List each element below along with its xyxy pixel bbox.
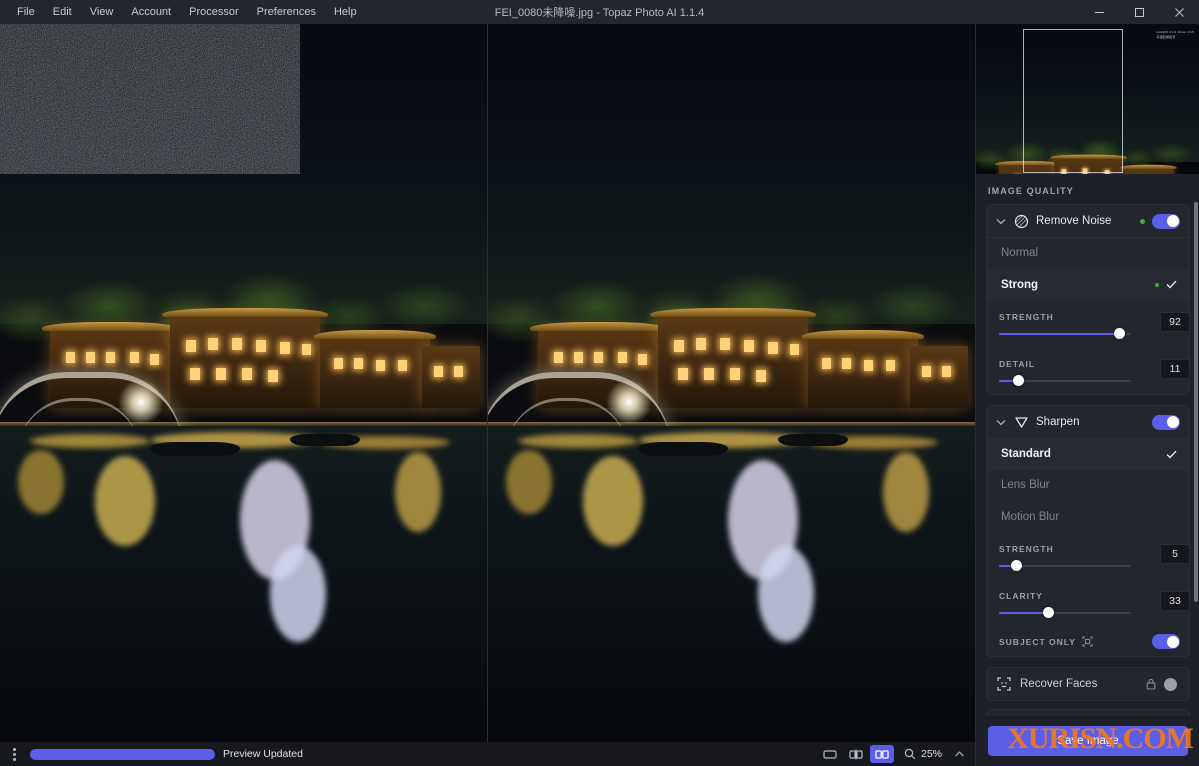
sharpen-icon [1014, 415, 1029, 430]
navigator-thumbnail[interactable]: iso3200 f/1.8 16mm 1/15 乌镇西栅夜景 [976, 24, 1199, 174]
minimize-icon[interactable] [1079, 0, 1119, 24]
slider-label: STRENGTH [999, 312, 1054, 322]
zoom-level-value: 25% [920, 748, 942, 760]
slider-thumb[interactable] [1011, 560, 1022, 571]
option-status-dot [1155, 282, 1159, 287]
more-options-icon[interactable] [6, 745, 22, 763]
remove-noise-status-dot [1140, 218, 1145, 224]
chevron-up-icon[interactable] [954, 745, 965, 763]
option-label: Motion Blur [1001, 510, 1060, 523]
option-label: Standard [1001, 448, 1051, 460]
zoom-icon [904, 748, 916, 760]
save-image-button[interactable]: Save Image [988, 726, 1188, 756]
sharpen-option-lens-blur[interactable]: Lens Blur [987, 470, 1189, 501]
remove-noise-header[interactable]: Remove Noise [987, 205, 1189, 237]
remove-noise-strength-slider[interactable]: STRENGTH 92 [987, 300, 1190, 347]
sharpen-card: Sharpen Standard Lens Blur Motion Blur S… [986, 405, 1190, 657]
save-bar: Save Image [976, 716, 1199, 766]
menu-item-help[interactable]: Help [325, 3, 366, 21]
sharpen-options: Standard Lens Blur Motion Blur [987, 438, 1189, 532]
navigator-meta-overlay: iso3200 f/1.8 16mm 1/15 乌镇西栅夜景 [1156, 30, 1194, 39]
subject-only-row[interactable]: SUBJECT ONLY [987, 626, 1189, 656]
subject-only-label: SUBJECT ONLY [999, 636, 1076, 647]
progress-fill [30, 748, 215, 760]
zoom-control[interactable]: 25% [904, 748, 942, 760]
option-label: Lens Blur [1001, 479, 1050, 491]
window-controls [1079, 0, 1199, 24]
remove-noise-toggle[interactable] [1152, 213, 1180, 229]
menu-item-account[interactable]: Account [122, 3, 180, 21]
sharpen-header[interactable]: Sharpen [987, 406, 1189, 438]
status-bar: Preview Updated 25% [0, 742, 975, 766]
app-window: File Edit View Account Processor Prefere… [0, 0, 1199, 766]
recover-faces-row[interactable]: Recover Faces [986, 667, 1190, 701]
image-pane-processed[interactable] [488, 24, 975, 742]
sharpen-toggle[interactable] [1152, 414, 1180, 430]
remove-noise-card: Remove Noise Normal Strong STRENGTH 92 D… [986, 204, 1190, 395]
remove-noise-options: Normal Strong [987, 237, 1189, 300]
side-by-side-view-icon[interactable] [869, 745, 894, 763]
menu-item-processor[interactable]: Processor [180, 3, 248, 21]
title-bar: File Edit View Account Processor Prefere… [0, 0, 1199, 24]
remove-noise-option-strong[interactable]: Strong [987, 269, 1189, 300]
view-controls: 25% [818, 745, 969, 763]
split-view-icon[interactable] [844, 745, 868, 763]
settings-scroll-area[interactable]: IMAGE QUALITY Remove Noise Normal Strong… [976, 174, 1199, 740]
menu-item-view[interactable]: View [81, 3, 123, 21]
sharpen-title: Sharpen [1036, 416, 1080, 428]
slider-thumb[interactable] [1013, 375, 1024, 386]
navigator-meta-line2: 乌镇西栅夜景 [1156, 34, 1176, 39]
menu-bar: File Edit View Account Processor Prefere… [0, 3, 366, 21]
maximize-icon[interactable] [1119, 0, 1159, 24]
remove-noise-detail-slider[interactable]: DETAIL 11 [987, 347, 1190, 394]
sharpen-option-standard[interactable]: Standard [987, 439, 1189, 470]
lock-icon [1146, 678, 1156, 690]
slider-label: CLARITY [999, 591, 1043, 601]
menu-item-edit[interactable]: Edit [44, 3, 81, 21]
sharpen-option-motion-blur[interactable]: Motion Blur [987, 501, 1189, 532]
recover-faces-title: Recover Faces [1020, 678, 1098, 690]
settings-panel: iso3200 f/1.8 16mm 1/15 乌镇西栅夜景 IMAGE QUA… [975, 24, 1199, 766]
option-label: Normal [1001, 247, 1039, 259]
remove-noise-title: Remove Noise [1036, 215, 1112, 227]
chevron-down-icon[interactable] [995, 215, 1007, 227]
sharpen-strength-slider[interactable]: STRENGTH 5 [987, 532, 1190, 579]
sharpen-clarity-slider[interactable]: CLARITY 33 [987, 579, 1190, 626]
slider-thumb[interactable] [1114, 328, 1125, 339]
chevron-down-icon[interactable] [995, 416, 1007, 428]
subject-only-toggle[interactable] [1152, 634, 1180, 649]
navigator-meta-line1: iso3200 f/1.8 16mm 1/15 [1156, 30, 1194, 34]
panel-scrollbar[interactable] [1194, 202, 1198, 602]
remove-noise-icon [1014, 214, 1029, 229]
pane-divider[interactable] [487, 24, 488, 742]
remove-noise-option-normal[interactable]: Normal [987, 238, 1189, 269]
recover-faces-toggle[interactable] [1164, 677, 1177, 691]
check-icon [1166, 450, 1177, 459]
slider-label: STRENGTH [999, 544, 1054, 554]
status-text: Preview Updated [223, 748, 303, 760]
slider-thumb[interactable] [1043, 607, 1054, 618]
image-quality-section-label: IMAGE QUALITY [988, 186, 1074, 196]
slider-label: DETAIL [999, 359, 1036, 369]
subject-mask-icon[interactable] [1082, 636, 1093, 647]
image-canvas[interactable] [0, 24, 975, 742]
close-icon[interactable] [1159, 0, 1199, 24]
option-label: Strong [1001, 278, 1039, 291]
progress-bar [30, 748, 215, 760]
recover-faces-icon [997, 676, 1012, 692]
image-pane-original[interactable] [0, 24, 487, 742]
single-view-icon[interactable] [818, 745, 842, 763]
menu-item-file[interactable]: File [8, 3, 44, 21]
check-icon [1166, 280, 1177, 289]
menu-item-preferences[interactable]: Preferences [248, 3, 325, 21]
